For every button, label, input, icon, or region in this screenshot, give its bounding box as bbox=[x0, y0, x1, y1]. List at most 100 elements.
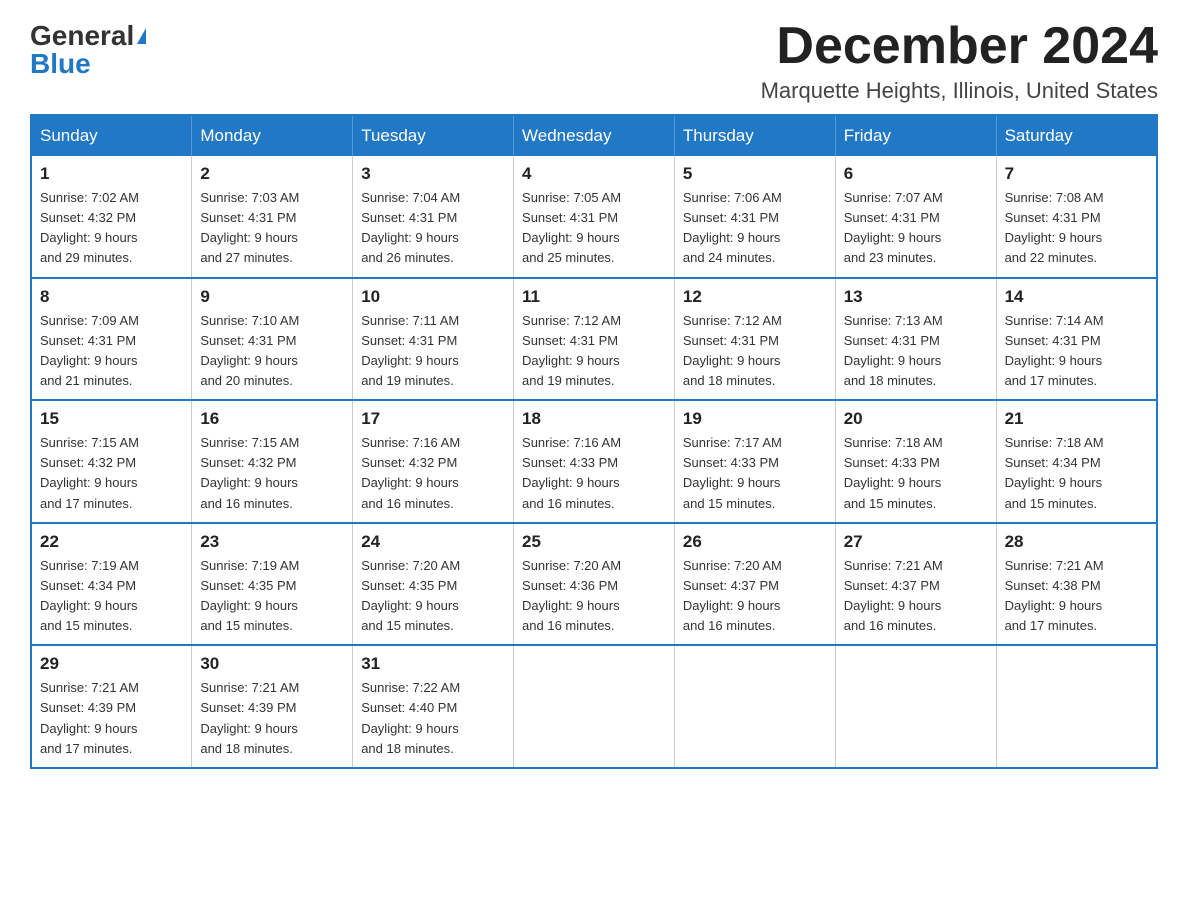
calendar-day-cell: 7 Sunrise: 7:08 AM Sunset: 4:31 PM Dayli… bbox=[996, 156, 1157, 278]
day-info: Sunrise: 7:05 AM Sunset: 4:31 PM Dayligh… bbox=[522, 188, 666, 269]
calendar-day-cell: 9 Sunrise: 7:10 AM Sunset: 4:31 PM Dayli… bbox=[192, 278, 353, 401]
calendar-day-cell: 18 Sunrise: 7:16 AM Sunset: 4:33 PM Dayl… bbox=[514, 400, 675, 523]
calendar-day-cell: 3 Sunrise: 7:04 AM Sunset: 4:31 PM Dayli… bbox=[353, 156, 514, 278]
day-info: Sunrise: 7:03 AM Sunset: 4:31 PM Dayligh… bbox=[200, 188, 344, 269]
day-info: Sunrise: 7:14 AM Sunset: 4:31 PM Dayligh… bbox=[1005, 311, 1148, 392]
day-info: Sunrise: 7:04 AM Sunset: 4:31 PM Dayligh… bbox=[361, 188, 505, 269]
calendar-day-cell: 17 Sunrise: 7:16 AM Sunset: 4:32 PM Dayl… bbox=[353, 400, 514, 523]
day-info: Sunrise: 7:12 AM Sunset: 4:31 PM Dayligh… bbox=[683, 311, 827, 392]
day-number: 9 bbox=[200, 287, 344, 307]
day-info: Sunrise: 7:21 AM Sunset: 4:39 PM Dayligh… bbox=[40, 678, 183, 759]
day-info: Sunrise: 7:21 AM Sunset: 4:39 PM Dayligh… bbox=[200, 678, 344, 759]
calendar-day-cell: 4 Sunrise: 7:05 AM Sunset: 4:31 PM Dayli… bbox=[514, 156, 675, 278]
month-title: December 2024 bbox=[761, 20, 1158, 72]
calendar-header-row: SundayMondayTuesdayWednesdayThursdayFrid… bbox=[31, 115, 1157, 156]
calendar-day-cell bbox=[514, 645, 675, 768]
logo: General Blue bbox=[30, 20, 146, 80]
day-info: Sunrise: 7:22 AM Sunset: 4:40 PM Dayligh… bbox=[361, 678, 505, 759]
calendar-header-monday: Monday bbox=[192, 115, 353, 156]
day-info: Sunrise: 7:10 AM Sunset: 4:31 PM Dayligh… bbox=[200, 311, 344, 392]
calendar-day-cell: 22 Sunrise: 7:19 AM Sunset: 4:34 PM Dayl… bbox=[31, 523, 192, 646]
day-info: Sunrise: 7:13 AM Sunset: 4:31 PM Dayligh… bbox=[844, 311, 988, 392]
calendar-day-cell: 30 Sunrise: 7:21 AM Sunset: 4:39 PM Dayl… bbox=[192, 645, 353, 768]
day-number: 24 bbox=[361, 532, 505, 552]
day-number: 30 bbox=[200, 654, 344, 674]
day-number: 1 bbox=[40, 164, 183, 184]
day-number: 16 bbox=[200, 409, 344, 429]
calendar-week-row: 29 Sunrise: 7:21 AM Sunset: 4:39 PM Dayl… bbox=[31, 645, 1157, 768]
calendar-table: SundayMondayTuesdayWednesdayThursdayFrid… bbox=[30, 114, 1158, 769]
day-number: 8 bbox=[40, 287, 183, 307]
day-info: Sunrise: 7:20 AM Sunset: 4:37 PM Dayligh… bbox=[683, 556, 827, 637]
day-number: 19 bbox=[683, 409, 827, 429]
day-info: Sunrise: 7:20 AM Sunset: 4:36 PM Dayligh… bbox=[522, 556, 666, 637]
day-number: 6 bbox=[844, 164, 988, 184]
day-info: Sunrise: 7:16 AM Sunset: 4:32 PM Dayligh… bbox=[361, 433, 505, 514]
day-number: 28 bbox=[1005, 532, 1148, 552]
day-number: 11 bbox=[522, 287, 666, 307]
calendar-day-cell: 14 Sunrise: 7:14 AM Sunset: 4:31 PM Dayl… bbox=[996, 278, 1157, 401]
day-number: 10 bbox=[361, 287, 505, 307]
day-number: 31 bbox=[361, 654, 505, 674]
day-number: 17 bbox=[361, 409, 505, 429]
calendar-day-cell bbox=[835, 645, 996, 768]
day-info: Sunrise: 7:18 AM Sunset: 4:33 PM Dayligh… bbox=[844, 433, 988, 514]
day-number: 15 bbox=[40, 409, 183, 429]
day-info: Sunrise: 7:06 AM Sunset: 4:31 PM Dayligh… bbox=[683, 188, 827, 269]
calendar-day-cell: 28 Sunrise: 7:21 AM Sunset: 4:38 PM Dayl… bbox=[996, 523, 1157, 646]
logo-blue-text: Blue bbox=[30, 48, 146, 80]
day-number: 18 bbox=[522, 409, 666, 429]
day-number: 4 bbox=[522, 164, 666, 184]
day-info: Sunrise: 7:19 AM Sunset: 4:34 PM Dayligh… bbox=[40, 556, 183, 637]
day-info: Sunrise: 7:15 AM Sunset: 4:32 PM Dayligh… bbox=[200, 433, 344, 514]
day-info: Sunrise: 7:17 AM Sunset: 4:33 PM Dayligh… bbox=[683, 433, 827, 514]
day-info: Sunrise: 7:12 AM Sunset: 4:31 PM Dayligh… bbox=[522, 311, 666, 392]
calendar-day-cell: 21 Sunrise: 7:18 AM Sunset: 4:34 PM Dayl… bbox=[996, 400, 1157, 523]
day-number: 7 bbox=[1005, 164, 1148, 184]
day-info: Sunrise: 7:08 AM Sunset: 4:31 PM Dayligh… bbox=[1005, 188, 1148, 269]
day-number: 3 bbox=[361, 164, 505, 184]
location-title: Marquette Heights, Illinois, United Stat… bbox=[761, 78, 1158, 104]
day-info: Sunrise: 7:19 AM Sunset: 4:35 PM Dayligh… bbox=[200, 556, 344, 637]
day-info: Sunrise: 7:18 AM Sunset: 4:34 PM Dayligh… bbox=[1005, 433, 1148, 514]
calendar-day-cell: 20 Sunrise: 7:18 AM Sunset: 4:33 PM Dayl… bbox=[835, 400, 996, 523]
calendar-day-cell: 16 Sunrise: 7:15 AM Sunset: 4:32 PM Dayl… bbox=[192, 400, 353, 523]
calendar-day-cell: 31 Sunrise: 7:22 AM Sunset: 4:40 PM Dayl… bbox=[353, 645, 514, 768]
day-number: 22 bbox=[40, 532, 183, 552]
calendar-day-cell: 10 Sunrise: 7:11 AM Sunset: 4:31 PM Dayl… bbox=[353, 278, 514, 401]
day-info: Sunrise: 7:21 AM Sunset: 4:38 PM Dayligh… bbox=[1005, 556, 1148, 637]
calendar-day-cell: 2 Sunrise: 7:03 AM Sunset: 4:31 PM Dayli… bbox=[192, 156, 353, 278]
day-number: 21 bbox=[1005, 409, 1148, 429]
day-number: 26 bbox=[683, 532, 827, 552]
calendar-day-cell: 5 Sunrise: 7:06 AM Sunset: 4:31 PM Dayli… bbox=[674, 156, 835, 278]
day-number: 13 bbox=[844, 287, 988, 307]
day-number: 29 bbox=[40, 654, 183, 674]
logo-triangle-icon bbox=[137, 28, 146, 44]
calendar-day-cell bbox=[996, 645, 1157, 768]
calendar-header-friday: Friday bbox=[835, 115, 996, 156]
calendar-header-wednesday: Wednesday bbox=[514, 115, 675, 156]
day-info: Sunrise: 7:20 AM Sunset: 4:35 PM Dayligh… bbox=[361, 556, 505, 637]
calendar-day-cell: 29 Sunrise: 7:21 AM Sunset: 4:39 PM Dayl… bbox=[31, 645, 192, 768]
calendar-day-cell: 11 Sunrise: 7:12 AM Sunset: 4:31 PM Dayl… bbox=[514, 278, 675, 401]
day-number: 2 bbox=[200, 164, 344, 184]
day-info: Sunrise: 7:02 AM Sunset: 4:32 PM Dayligh… bbox=[40, 188, 183, 269]
day-number: 12 bbox=[683, 287, 827, 307]
calendar-day-cell bbox=[674, 645, 835, 768]
calendar-week-row: 15 Sunrise: 7:15 AM Sunset: 4:32 PM Dayl… bbox=[31, 400, 1157, 523]
calendar-header-sunday: Sunday bbox=[31, 115, 192, 156]
day-number: 27 bbox=[844, 532, 988, 552]
calendar-day-cell: 24 Sunrise: 7:20 AM Sunset: 4:35 PM Dayl… bbox=[353, 523, 514, 646]
calendar-day-cell: 26 Sunrise: 7:20 AM Sunset: 4:37 PM Dayl… bbox=[674, 523, 835, 646]
day-number: 25 bbox=[522, 532, 666, 552]
page-header: General Blue December 2024 Marquette Hei… bbox=[30, 20, 1158, 104]
calendar-header-tuesday: Tuesday bbox=[353, 115, 514, 156]
calendar-day-cell: 23 Sunrise: 7:19 AM Sunset: 4:35 PM Dayl… bbox=[192, 523, 353, 646]
calendar-day-cell: 27 Sunrise: 7:21 AM Sunset: 4:37 PM Dayl… bbox=[835, 523, 996, 646]
calendar-week-row: 22 Sunrise: 7:19 AM Sunset: 4:34 PM Dayl… bbox=[31, 523, 1157, 646]
title-section: December 2024 Marquette Heights, Illinoi… bbox=[761, 20, 1158, 104]
day-number: 5 bbox=[683, 164, 827, 184]
calendar-day-cell: 15 Sunrise: 7:15 AM Sunset: 4:32 PM Dayl… bbox=[31, 400, 192, 523]
calendar-day-cell: 6 Sunrise: 7:07 AM Sunset: 4:31 PM Dayli… bbox=[835, 156, 996, 278]
day-number: 20 bbox=[844, 409, 988, 429]
